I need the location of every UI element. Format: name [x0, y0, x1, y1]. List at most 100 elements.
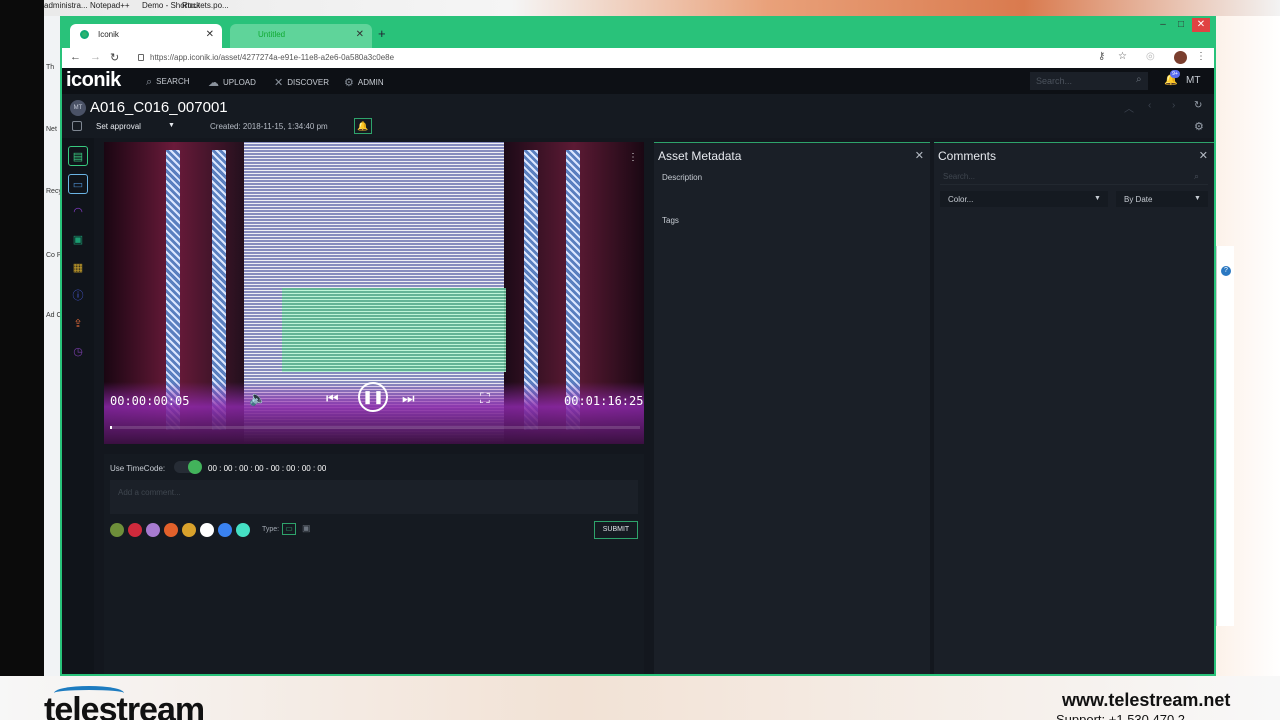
- scrubber-track[interactable]: [110, 426, 640, 429]
- timecode-total: 00:01:16:25: [564, 394, 644, 408]
- gear-icon[interactable]: ⚙: [1194, 120, 1204, 133]
- timecode-range[interactable]: 00 : 00 : 00 : 00 - 00 : 00 : 00 : 00: [208, 464, 326, 473]
- minimize-icon[interactable]: –: [1154, 18, 1172, 32]
- search-icon[interactable]: ⌕: [1136, 74, 1142, 85]
- reload-icon[interactable]: ↻: [110, 51, 119, 64]
- color-swatch[interactable]: [146, 523, 160, 537]
- telestream-logo: telestream: [44, 691, 205, 720]
- pause-button[interactable]: ❚❚: [358, 382, 388, 412]
- close-icon[interactable]: ✕: [206, 29, 214, 40]
- color-swatch[interactable]: [236, 523, 250, 537]
- volume-icon[interactable]: 🔈: [249, 390, 266, 407]
- nav-upload[interactable]: ☁ UPLOAD: [208, 76, 256, 89]
- color-swatch[interactable]: [164, 523, 178, 537]
- refresh-icon[interactable]: ↻: [1194, 100, 1202, 111]
- share-icon[interactable]: ⇪: [68, 314, 88, 334]
- tab-label: Iconik: [98, 30, 119, 39]
- caret-down-icon[interactable]: ▼: [1194, 195, 1201, 202]
- nav-admin[interactable]: ⚙ ADMIN: [344, 76, 384, 89]
- profile-avatar[interactable]: [1174, 51, 1187, 64]
- color-swatch[interactable]: [110, 523, 124, 537]
- comment-input[interactable]: Add a comment...: [110, 480, 638, 514]
- mask-icon[interactable]: ◠: [68, 202, 88, 222]
- url-input[interactable]: https://app.iconik.io/asset/4277274a-e91…: [132, 50, 1102, 66]
- use-timecode-toggle[interactable]: [174, 460, 202, 474]
- key-icon[interactable]: ⚷: [1098, 51, 1105, 62]
- previous-frame-icon[interactable]: ⏮: [326, 390, 339, 407]
- close-icon[interactable]: ✕: [1199, 149, 1208, 162]
- chevron-right-icon[interactable]: ›: [1172, 100, 1175, 111]
- fullscreen-icon[interactable]: ⛶: [480, 390, 490, 407]
- nav-discover[interactable]: ✕ DISCOVER: [274, 76, 329, 89]
- history-icon[interactable]: ◷: [68, 342, 88, 362]
- header-search-input[interactable]: Search...: [1030, 72, 1148, 90]
- forward-arrow-icon[interactable]: →: [90, 51, 101, 63]
- chevron-up-icon[interactable]: ︿: [1124, 100, 1134, 115]
- tags-label: Tags: [662, 216, 679, 225]
- scrubber-progress: [110, 426, 112, 429]
- lock-icon: [138, 54, 144, 61]
- discover-icon: ✕: [274, 77, 284, 89]
- color-filter-select[interactable]: Color...: [940, 191, 1108, 207]
- maximize-icon[interactable]: □: [1172, 18, 1190, 32]
- video-type-icon[interactable]: ▣: [302, 523, 311, 534]
- back-arrow-icon[interactable]: ←: [70, 51, 81, 63]
- browser-address-bar: ← → ↻ https://app.iconik.io/asset/427727…: [62, 48, 1214, 68]
- toggle-knob: [188, 460, 202, 474]
- telestream-url: www.telestream.net: [1062, 690, 1231, 710]
- asset-title-bar: MT A016_C016_007001 ︿ ‹ › ↻ Set approval…: [62, 94, 1214, 138]
- asset-sidebar: ▤ ▭ ◠ ▣ ▦ ⓘ ⇪ ◷: [62, 138, 94, 674]
- camera-icon[interactable]: ▣: [68, 230, 88, 250]
- iconik-logo[interactable]: iconik: [66, 69, 121, 92]
- close-icon[interactable]: ✕: [915, 149, 924, 162]
- browser-tab-untitled[interactable]: Untitled ✕: [230, 24, 372, 48]
- search-icon: ⌕: [146, 76, 153, 88]
- type-label: Type:: [262, 526, 280, 533]
- video-player[interactable]: ⋮ 00:00:00:05 00:01:16:25 🔈 ⏮ ❚❚ ⏭ ⛶: [104, 142, 644, 444]
- plus-icon[interactable]: +: [378, 26, 386, 41]
- clapper-icon[interactable]: ▦: [68, 258, 88, 278]
- search-icon[interactable]: ⌕: [1194, 171, 1199, 182]
- color-swatch[interactable]: [200, 523, 214, 537]
- tab-label: Untitled: [258, 30, 286, 39]
- page-title: A016_C016_007001: [90, 99, 228, 116]
- select-checkbox[interactable]: [72, 121, 82, 131]
- approval-select[interactable]: Set approval: [96, 122, 176, 131]
- extension-icon[interactable]: ◎: [1146, 51, 1155, 62]
- comment-icon[interactable]: ▭: [68, 174, 88, 194]
- color-swatch[interactable]: [128, 523, 142, 537]
- browser-tab-iconik[interactable]: Iconik ✕: [70, 24, 222, 48]
- caret-down-icon[interactable]: ▼: [1094, 195, 1101, 202]
- use-timecode-label: Use TimeCode:: [110, 464, 166, 473]
- cloud-icon: ☁: [208, 77, 219, 89]
- info-icon[interactable]: ⓘ: [68, 286, 88, 306]
- player-menu-icon[interactable]: ⋮: [628, 152, 638, 163]
- caret-down-icon[interactable]: ▼: [168, 122, 175, 129]
- alert-bell-button[interactable]: 🔔: [354, 118, 372, 134]
- kebab-menu-icon[interactable]: ⋮: [1196, 51, 1206, 62]
- next-frame-icon[interactable]: ⏭: [402, 390, 415, 407]
- comment-type-icon[interactable]: ▭: [282, 523, 296, 535]
- submit-button[interactable]: SUBMIT: [594, 521, 638, 539]
- panel-title: Comments: [938, 149, 997, 163]
- desktop-shortcut-label[interactable]: administra...: [44, 1, 88, 10]
- close-icon[interactable]: ✕: [356, 29, 364, 40]
- created-date: Created: 2018-11-15, 1:34:40 pm: [210, 122, 328, 131]
- desktop-shortcut-label[interactable]: Notepad++: [90, 1, 130, 10]
- iconik-favicon-icon: [80, 30, 89, 39]
- desktop-shortcut-label[interactable]: Rockets.po...: [182, 1, 229, 10]
- comment-composer: Use TimeCode: 00 : 00 : 00 : 00 - 00 : 0…: [104, 454, 644, 674]
- color-swatch[interactable]: [218, 523, 232, 537]
- user-menu[interactable]: MT: [1186, 75, 1200, 86]
- desktop-icon-label: Net: [46, 126, 57, 133]
- chevron-left-icon[interactable]: ‹: [1148, 100, 1151, 111]
- color-swatch[interactable]: [182, 523, 196, 537]
- comments-search-input[interactable]: Search...: [940, 169, 1208, 185]
- nav-search[interactable]: ⌕ SEARCH: [146, 76, 190, 89]
- desktop-icon-label: Th: [46, 64, 55, 71]
- avatar: MT: [70, 100, 86, 116]
- window-close-icon[interactable]: ✕: [1192, 18, 1210, 32]
- help-icon[interactable]: ?: [1221, 266, 1231, 276]
- star-icon[interactable]: ☆: [1118, 51, 1127, 62]
- clipboard-icon[interactable]: ▤: [68, 146, 88, 166]
